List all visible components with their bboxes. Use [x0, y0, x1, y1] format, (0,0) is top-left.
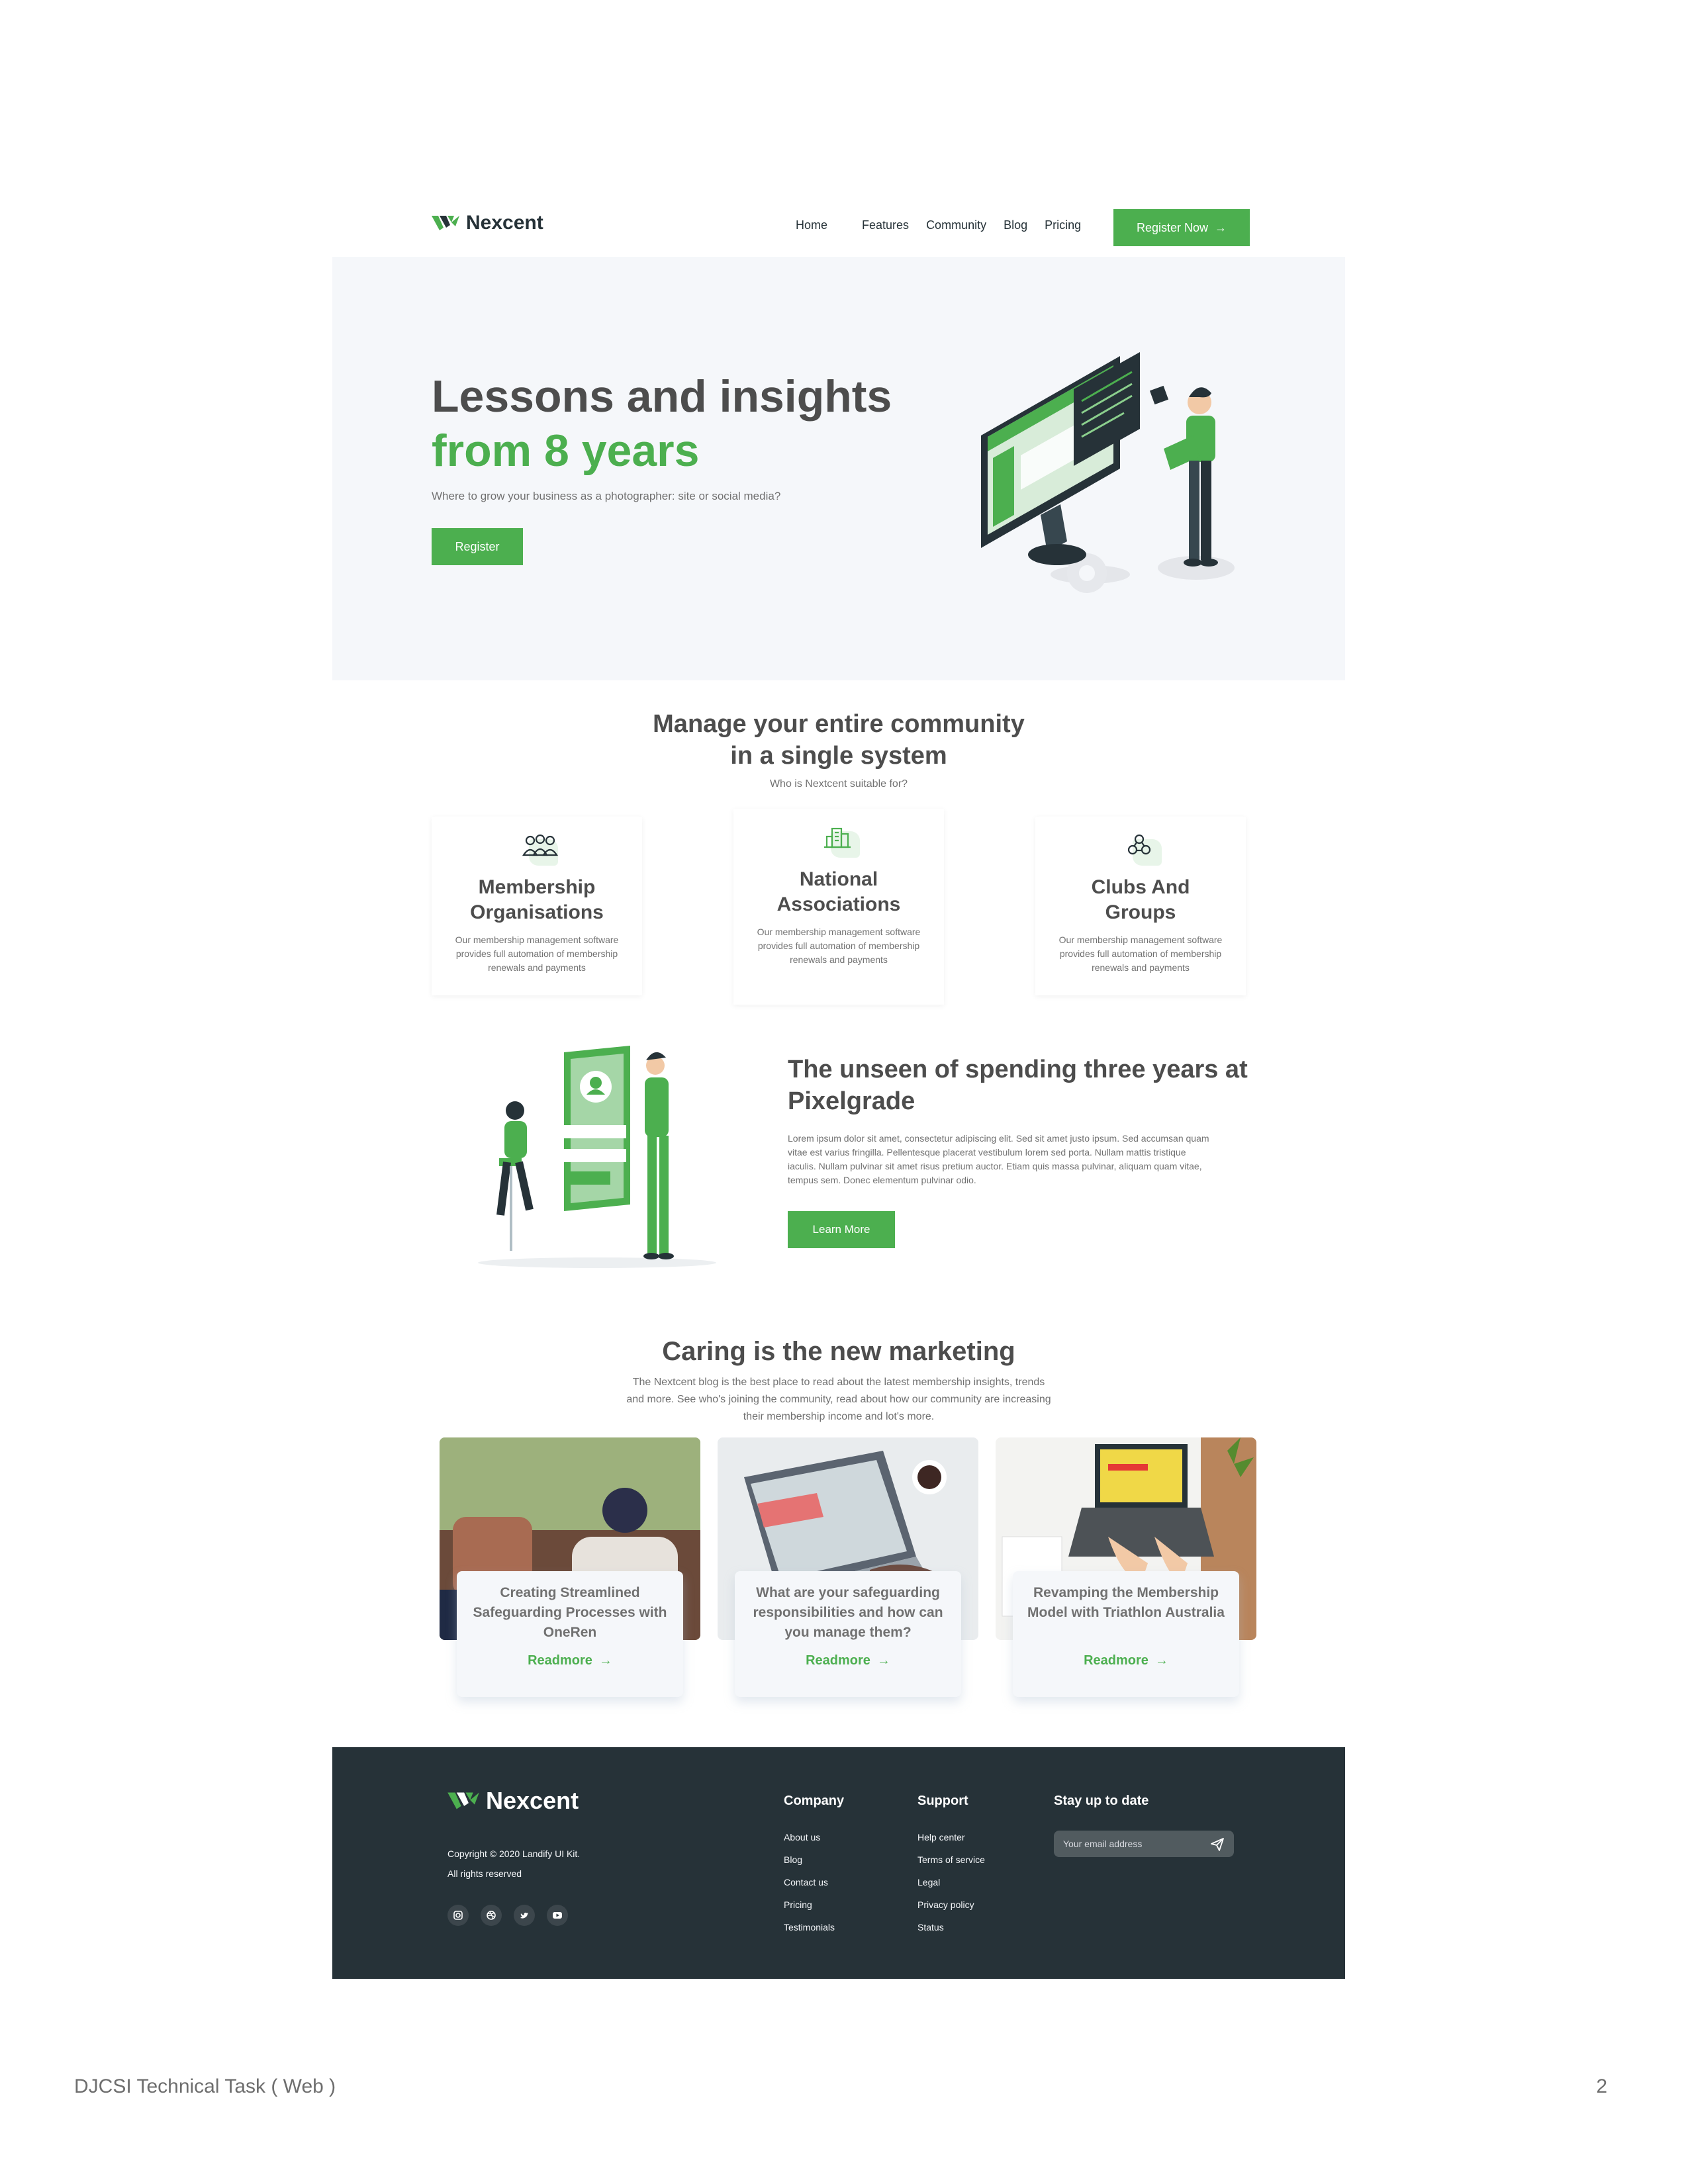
email-input[interactable]	[1054, 1831, 1234, 1857]
footer-brand-name: Nexcent	[486, 1787, 579, 1814]
logo-mark-icon	[432, 216, 459, 230]
newsletter-title: Stay up to date	[1054, 1794, 1149, 1808]
blog-post: What are your safeguarding responsibilit…	[718, 1437, 978, 1709]
register-now-label: Register Now	[1136, 220, 1209, 234]
footer-link-legal[interactable]: Legal	[917, 1871, 985, 1893]
readmore-link[interactable]: Readmore →	[528, 1653, 612, 1668]
unseen-illustration	[478, 1046, 716, 1268]
logo[interactable]: Nexcent	[432, 212, 543, 234]
send-icon[interactable]	[1210, 1837, 1225, 1852]
learn-more-button[interactable]: Learn More	[788, 1211, 895, 1248]
top-navbar: Nexcent Home Features Community Blog Pri…	[332, 192, 1345, 258]
footer-company-column: Company About us Blog Contact us Pricing…	[784, 1794, 844, 1938]
card-text: Our membership management software provi…	[455, 934, 619, 973]
unseen-text: Lorem ipsum dolor sit amet, consectetur …	[788, 1133, 1209, 1185]
community-subtitle: Who is Nextcent suitable for?	[769, 778, 908, 790]
arrow-right-icon: →	[598, 1653, 612, 1668]
footer-link-testimonials[interactable]: Testimonials	[784, 1916, 844, 1938]
footer-logo[interactable]: Nexcent	[447, 1787, 579, 1815]
blog-title: What are your safeguarding responsibilit…	[753, 1585, 943, 1640]
register-button[interactable]: Register	[432, 528, 523, 565]
footer-link-contact[interactable]: Contact us	[784, 1871, 844, 1893]
register-now-button[interactable]: Register Now →	[1113, 209, 1250, 246]
building-icon	[824, 827, 851, 848]
page-number: 2	[1596, 2075, 1607, 2097]
card-icon-wrap	[1117, 829, 1164, 868]
copyright-text: Copyright © 2020 Landify UI Kit.	[447, 1848, 581, 1859]
arrow-right-icon: →	[876, 1653, 890, 1668]
blog-card: What are your safeguarding responsibilit…	[735, 1571, 961, 1697]
people-icon	[522, 834, 558, 856]
logo-mark-icon	[447, 1792, 479, 1809]
hero-section: Lessons and insights from 8 years Where …	[332, 257, 1345, 680]
site-footer: Nexcent Copyright © 2020 Landify UI Kit.…	[332, 1747, 1345, 1979]
card-icon-wrap	[815, 821, 863, 860]
hero-title-line1: Lessons and insights	[432, 371, 892, 422]
brand-name: Nexcent	[466, 212, 543, 234]
nav-features[interactable]: Features	[862, 218, 909, 232]
footer-link-help-center[interactable]: Help center	[917, 1826, 985, 1848]
blog-post: Creating Streamlined Safeguarding Proces…	[440, 1437, 700, 1709]
blog-post: Revamping the Membership Model with Tria…	[996, 1437, 1256, 1709]
footer-link-pricing[interactable]: Pricing	[784, 1893, 844, 1916]
blog-title: Revamping the Membership Model with Tria…	[1027, 1585, 1225, 1620]
nav-community[interactable]: Community	[926, 218, 986, 232]
twitter-icon[interactable]	[514, 1905, 535, 1926]
company-title: Company	[784, 1794, 845, 1808]
youtube-icon[interactable]	[547, 1905, 568, 1926]
arrow-right-icon: →	[1215, 220, 1227, 234]
caring-title: Caring is the new marketing	[662, 1337, 1015, 1366]
card-membership-organisations: Membership Organisations Our membership …	[432, 817, 642, 995]
footer-link-about[interactable]: About us	[784, 1826, 844, 1848]
card-clubs-and-groups: Clubs And Groups Our membership manageme…	[1035, 817, 1246, 995]
readmore-link[interactable]: Readmore →	[1084, 1653, 1168, 1668]
instagram-icon[interactable]	[447, 1905, 469, 1926]
readmore-label: Readmore	[806, 1653, 870, 1668]
card-icon-wrap	[513, 829, 561, 868]
blog-card: Creating Streamlined Safeguarding Proces…	[457, 1571, 683, 1697]
community-title-line1: Manage your entire community	[653, 710, 1025, 738]
readmore-label: Readmore	[1084, 1653, 1149, 1668]
document-caption: DJCSI Technical Task ( Web )	[74, 2075, 336, 2097]
group-icon	[1127, 834, 1151, 855]
hero-subtitle: Where to grow your business as a photogr…	[432, 490, 781, 502]
unseen-title: The unseen of spending three years at Pi…	[788, 1056, 1248, 1115]
footer-link-terms[interactable]: Terms of service	[917, 1848, 985, 1871]
footer-copyright: Copyright © 2020 Landify UI Kit. All rig…	[447, 1844, 580, 1884]
hero-title-line2: from 8 years	[432, 426, 700, 476]
blog-title: Creating Streamlined Safeguarding Proces…	[473, 1585, 667, 1640]
support-title: Support	[917, 1794, 968, 1808]
blog-card: Revamping the Membership Model with Tria…	[1013, 1571, 1239, 1697]
card-title: Membership Organisations	[470, 876, 604, 923]
readmore-link[interactable]: Readmore →	[806, 1653, 890, 1668]
rights-text: All rights reserved	[447, 1868, 522, 1879]
footer-link-blog[interactable]: Blog	[784, 1848, 844, 1871]
community-title: Manage your entire community in a single…	[332, 708, 1345, 772]
dribbble-icon[interactable]	[481, 1905, 502, 1926]
card-title: National Associations	[776, 868, 901, 915]
social-links	[447, 1905, 568, 1926]
card-national-associations: National Associations Our membership man…	[733, 809, 944, 1005]
community-title-line2: in a single system	[730, 742, 947, 770]
arrow-right-icon: →	[1154, 1653, 1168, 1668]
card-text: Our membership management software provi…	[757, 927, 921, 965]
card-title: Clubs And Groups	[1091, 876, 1190, 923]
caring-text: The Nextcent blog is the best place to r…	[626, 1377, 1051, 1422]
card-text: Our membership management software provi…	[1058, 934, 1223, 973]
footer-link-status[interactable]: Status	[917, 1916, 985, 1938]
readmore-label: Readmore	[528, 1653, 592, 1668]
hero-illustration	[981, 352, 1235, 593]
nav-links: Home Features Community Blog Pricing	[796, 218, 1081, 232]
nav-home[interactable]: Home	[796, 218, 827, 232]
footer-newsletter-column: Stay up to date	[1054, 1794, 1149, 1826]
nav-blog[interactable]: Blog	[1004, 218, 1027, 232]
footer-link-privacy[interactable]: Privacy policy	[917, 1893, 985, 1916]
footer-support-column: Support Help center Terms of service Leg…	[917, 1794, 985, 1938]
hero-title: Lessons and insights from 8 years	[432, 369, 892, 478]
nav-pricing[interactable]: Pricing	[1045, 218, 1081, 232]
